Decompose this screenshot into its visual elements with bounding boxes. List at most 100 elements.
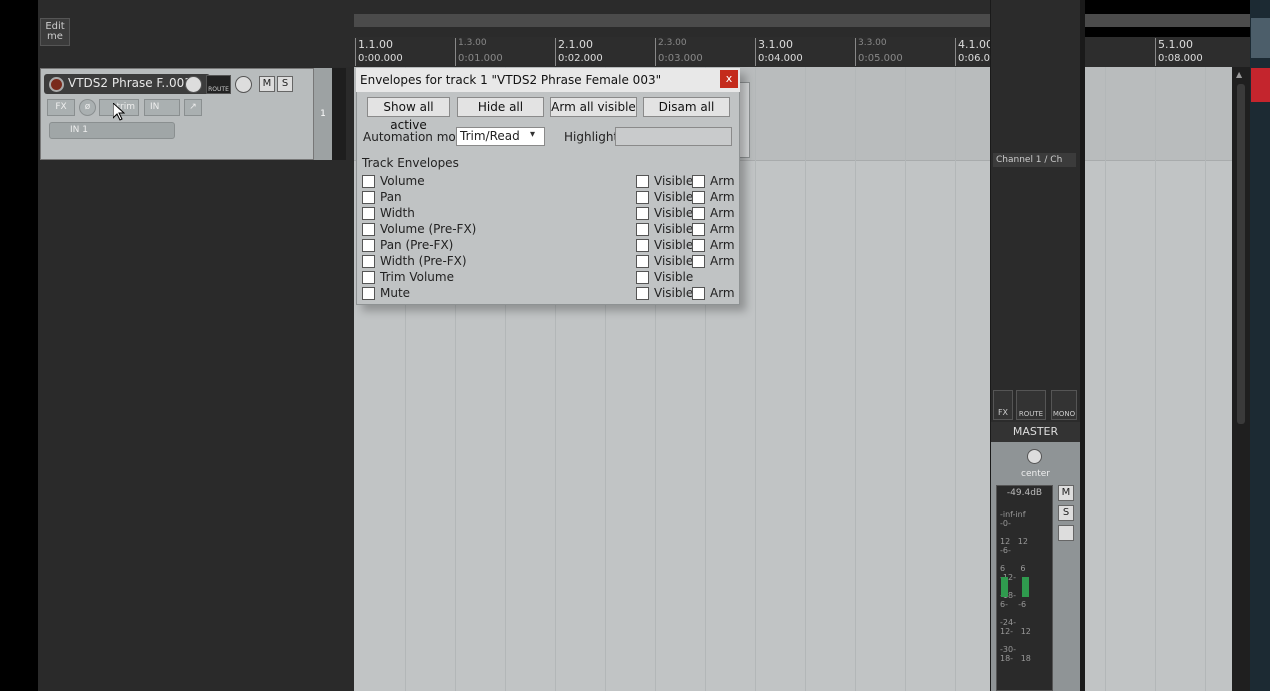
grid-line: [1155, 67, 1156, 691]
ruler-bar-label: 5.1.00: [1158, 38, 1193, 51]
dock-tab[interactable]: [1251, 18, 1270, 58]
envelope-visible-checkbox[interactable]: [636, 287, 649, 300]
ruler-tick: [1155, 38, 1156, 66]
envelope-name: Mute: [380, 286, 411, 300]
highlight-label: Highlight:: [564, 130, 623, 144]
volume-knob[interactable]: [185, 76, 202, 93]
input-select[interactable]: IN 1: [49, 122, 175, 139]
hide-all-button[interactable]: Hide all: [457, 97, 544, 117]
envelope-arm-checkbox[interactable]: [692, 287, 705, 300]
arm-label: Arm: [710, 206, 735, 220]
show-all-active-button[interactable]: Show all active: [367, 97, 450, 132]
ruler-bar-label: 2.3.00: [658, 38, 687, 48]
ruler-region-bar[interactable]: [354, 14, 990, 27]
edit-me-button[interactable]: Edit me: [40, 18, 70, 46]
fx-button[interactable]: FX: [47, 99, 75, 116]
route-button[interactable]: ROUTE: [206, 75, 231, 94]
track-number: 1: [314, 68, 332, 160]
disarm-all-button[interactable]: Disam all: [643, 97, 730, 117]
channel-label[interactable]: Channel 1 / Ch: [993, 153, 1076, 167]
envelope-arm-checkbox[interactable]: [692, 207, 705, 220]
ruler-bar-label: 3.1.00: [758, 38, 793, 51]
meter-level-right: [1022, 577, 1029, 597]
grid-line: [1105, 67, 1106, 691]
ruler-tick: [555, 38, 556, 66]
close-button[interactable]: x: [720, 70, 738, 88]
master-mute-button[interactable]: M: [1058, 485, 1074, 501]
master-route-button[interactable]: ROUTE: [1016, 390, 1046, 420]
envelope-visible-checkbox[interactable]: [636, 207, 649, 220]
meter-scale-label: 6 6: [1000, 564, 1026, 573]
grid-line: [905, 67, 906, 691]
master-fx-button[interactable]: FX: [993, 390, 1013, 420]
ruler-tick: [755, 38, 756, 66]
meter-scale-label: -0-: [1000, 519, 1011, 528]
envelope-name: Width: [380, 206, 415, 220]
meter-scale-label: -24-: [1000, 618, 1016, 627]
chevron-down-icon[interactable]: ▾: [530, 129, 535, 140]
envelope-name: Width (Pre-FX): [380, 254, 467, 268]
envelope-active-checkbox[interactable]: [362, 175, 375, 188]
envelope-active-checkbox[interactable]: [362, 287, 375, 300]
pan-knob[interactable]: [235, 76, 252, 93]
io-icon[interactable]: ↗: [184, 99, 202, 116]
master-mono-button[interactable]: MONO: [1051, 390, 1077, 420]
track-meter: [332, 68, 346, 160]
highlight-input[interactable]: [615, 127, 732, 146]
master-solo-button[interactable]: S: [1058, 505, 1074, 521]
arm-all-visible-button[interactable]: Arm all visible: [550, 97, 637, 117]
envelope-active-checkbox[interactable]: [362, 271, 375, 284]
envelope-visible-checkbox[interactable]: [636, 191, 649, 204]
meter-scale-label: -6-: [1000, 546, 1011, 555]
envelope-arm-checkbox[interactable]: [692, 175, 705, 188]
track-control-panel: [38, 67, 354, 691]
envelope-arm-checkbox[interactable]: [692, 255, 705, 268]
meter-scale-label: 12 12: [1000, 537, 1028, 546]
ruler-bar-label: 3.3.00: [858, 38, 887, 48]
solo-button[interactable]: S: [277, 76, 293, 92]
meter-level-left: [1001, 577, 1008, 597]
scrollbar-thumb[interactable]: [1237, 84, 1245, 424]
envelope-visible-checkbox[interactable]: [636, 239, 649, 252]
grid-line: [1205, 67, 1206, 691]
envelope-name: Pan (Pre-FX): [380, 238, 454, 252]
ruler-time-label: 0:03.000: [658, 53, 703, 64]
envelope-arm-checkbox[interactable]: [692, 223, 705, 236]
phase-icon[interactable]: ø: [79, 99, 96, 116]
visible-label: Visible: [654, 286, 694, 300]
ruler-region-bar-right[interactable]: [1085, 14, 1250, 27]
envelope-visible-checkbox[interactable]: [636, 271, 649, 284]
scroll-up-icon[interactable]: ▲: [1236, 70, 1246, 80]
mute-button[interactable]: M: [259, 76, 275, 92]
master-envelope-icon[interactable]: [1058, 525, 1074, 541]
envelope-arm-checkbox[interactable]: [692, 191, 705, 204]
envelope-visible-checkbox[interactable]: [636, 223, 649, 236]
input-monitor-button[interactable]: IN: [144, 99, 180, 116]
grid-line: [855, 67, 856, 691]
envelope-name: Trim Volume: [380, 270, 454, 284]
envelope-name: Volume (Pre-FX): [380, 222, 477, 236]
ruler-time-label: 0:00.000: [358, 53, 403, 64]
visible-label: Visible: [654, 270, 694, 284]
envelope-visible-checkbox[interactable]: [636, 175, 649, 188]
grid-line: [755, 67, 756, 691]
master-pan-knob[interactable]: [1027, 449, 1042, 464]
visible-label: Visible: [654, 174, 694, 188]
ruler-tick: [455, 38, 456, 66]
envelope-active-checkbox[interactable]: [362, 191, 375, 204]
master-db-readout: -49.4dB: [1006, 488, 1043, 498]
envelope-active-checkbox[interactable]: [362, 239, 375, 252]
envelope-active-checkbox[interactable]: [362, 223, 375, 236]
envelope-arm-checkbox[interactable]: [692, 239, 705, 252]
dock-tab-active[interactable]: [1251, 68, 1270, 102]
ruler-bar-label: 1.3.00: [458, 38, 487, 48]
ruler-bar-label: 2.1.00: [558, 38, 593, 51]
visible-label: Visible: [654, 190, 694, 204]
envelope-visible-checkbox[interactable]: [636, 255, 649, 268]
envelope-name: Pan: [380, 190, 402, 204]
envelope-active-checkbox[interactable]: [362, 255, 375, 268]
meter-scale-label: -30-: [1000, 645, 1016, 654]
left-dock: [0, 0, 38, 691]
record-arm-button[interactable]: [49, 77, 64, 92]
envelope-active-checkbox[interactable]: [362, 207, 375, 220]
